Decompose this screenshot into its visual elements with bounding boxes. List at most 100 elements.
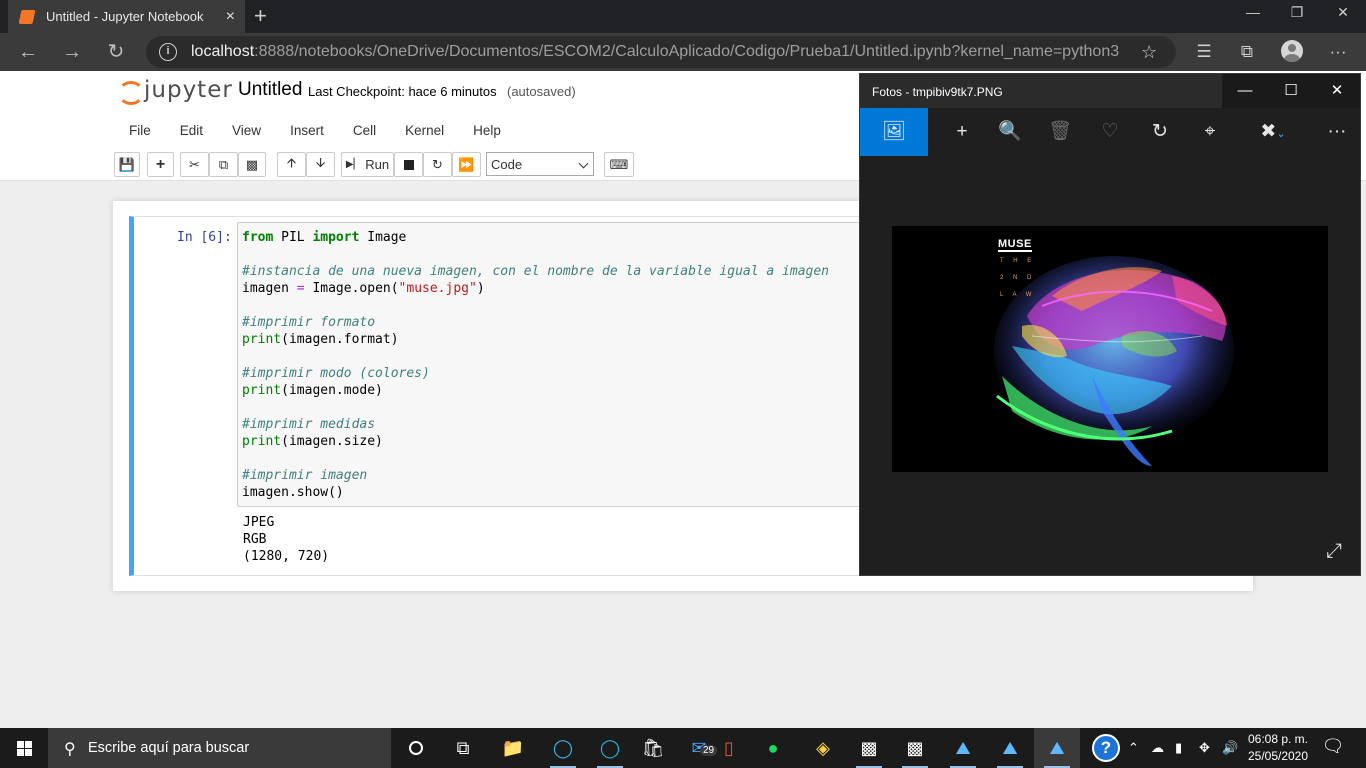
- notebook-title[interactable]: Untitled: [238, 79, 302, 101]
- interrupt-icon[interactable]: [394, 152, 423, 177]
- cell-type-select[interactable]: Code: [486, 152, 594, 176]
- url-text[interactable]: localhost:8888/notebooks/OneDrive/Docume…: [191, 43, 1131, 61]
- notifications-icon[interactable]: 🗨: [1318, 736, 1348, 760]
- forward-arrow-icon[interactable]: →: [58, 39, 86, 65]
- delete-icon[interactable]: 🗑: [1037, 108, 1083, 156]
- menu-help[interactable]: Help: [473, 117, 501, 143]
- save-icon[interactable]: 💾: [114, 152, 140, 177]
- output-line: (1280, 720): [243, 549, 330, 564]
- terminal-icon[interactable]: ▩: [846, 728, 892, 768]
- menu-view[interactable]: View: [232, 117, 261, 143]
- cell-output: JPEG RGB (1280, 720): [243, 514, 329, 565]
- fullscreen-expand-icon[interactable]: ⤢: [1326, 540, 1342, 563]
- photos-close-button[interactable]: ✕: [1314, 74, 1360, 108]
- refresh-icon[interactable]: ↻: [102, 39, 130, 65]
- last-checkpoint: Last Checkpoint: hace 6 minutos: [308, 84, 497, 99]
- taskbar-clock[interactable]: 06:08 p. m. 25/05/2020: [1244, 731, 1312, 765]
- album-subtitle: T H E: [1000, 258, 1036, 264]
- tray-chevron-icon[interactable]: ⌃: [1128, 728, 1139, 768]
- photos-minimize-button[interactable]: —: [1222, 74, 1268, 108]
- back-arrow-icon[interactable]: ←: [14, 39, 42, 65]
- menu-kernel[interactable]: Kernel: [405, 117, 444, 143]
- code-text[interactable]: from PIL import Image #instancia de una …: [242, 229, 829, 501]
- file-explorer-icon[interactable]: 📁: [490, 728, 536, 768]
- output-line: RGB: [243, 532, 267, 547]
- taskbar-search[interactable]: ⚲ Escribe aquí para buscar: [48, 728, 391, 768]
- office-icon[interactable]: ▯: [706, 728, 752, 768]
- window-close-button[interactable]: ✕: [1320, 0, 1366, 28]
- window-minimize-button[interactable]: —: [1230, 0, 1276, 28]
- task-view-icon[interactable]: ⧉: [440, 728, 486, 768]
- tab-close-icon[interactable]: ×: [226, 8, 235, 26]
- terminal-2-icon[interactable]: ▩: [892, 728, 938, 768]
- zoom-icon[interactable]: 🔍: [987, 108, 1033, 156]
- store-icon[interactable]: 🛍: [630, 728, 676, 768]
- keyboard-icon[interactable]: ⌨: [604, 152, 634, 177]
- site-info-icon[interactable]: i: [159, 43, 177, 61]
- edge-icon[interactable]: ◯: [540, 728, 586, 768]
- profile-avatar-icon[interactable]: [1281, 40, 1303, 62]
- jupyter-logo[interactable]: jupyter: [118, 77, 233, 105]
- cut-icon[interactable]: ✂: [180, 152, 209, 177]
- edit-tools-icon[interactable]: ✖⌄: [1250, 108, 1296, 156]
- address-bar[interactable]: i localhost:8888/notebooks/OneDrive/Docu…: [146, 36, 1176, 68]
- jupyter-favicon-icon: [18, 9, 36, 24]
- run-button[interactable]: ▶▏ Run: [341, 152, 394, 177]
- code-line-13: print(imagen.size): [242, 434, 383, 449]
- output-line: JPEG: [243, 515, 275, 530]
- url-host: localhost: [191, 43, 255, 60]
- album-cover-image: MUSE T H E 2 N D L A W: [892, 226, 1328, 472]
- photos-app-2-icon[interactable]: ⛰: [987, 728, 1033, 768]
- fast-forward-icon[interactable]: ⏩: [452, 152, 481, 177]
- menu-insert[interactable]: Insert: [290, 117, 324, 143]
- album-subtitle: 2 N D: [1000, 275, 1036, 281]
- collections-icon[interactable]: ⧉: [1235, 42, 1259, 62]
- rotate-icon[interactable]: ↻: [1137, 108, 1183, 156]
- run-icon: ▶▏: [345, 159, 362, 170]
- jupyter-logo-text: jupyter: [144, 77, 233, 103]
- photos-maximize-button[interactable]: ☐: [1268, 74, 1314, 108]
- spotify-icon[interactable]: ●: [750, 728, 796, 768]
- add-icon[interactable]: +: [939, 108, 985, 156]
- python-icon[interactable]: ◈: [800, 728, 846, 768]
- more-menu-icon[interactable]: ···: [1326, 42, 1350, 62]
- insert-cell-icon[interactable]: +: [147, 152, 174, 177]
- cortana-icon[interactable]: [393, 728, 439, 768]
- help-icon[interactable]: ?: [1092, 728, 1120, 768]
- volume-icon[interactable]: 🔊: [1222, 728, 1238, 768]
- code-line-7: print(imagen.format): [242, 332, 399, 347]
- code-line-10: print(imagen.mode): [242, 383, 383, 398]
- menu-edit[interactable]: Edit: [180, 117, 203, 143]
- restart-icon[interactable]: ↻: [423, 152, 452, 177]
- photos-app-icon[interactable]: ⛰: [940, 728, 986, 768]
- notebook-menubar: File Edit View Insert Cell Kernel Help: [114, 117, 501, 143]
- wifi-icon[interactable]: ✥: [1199, 728, 1210, 768]
- brain-fibers-artwork: [994, 256, 1234, 466]
- more-options-icon[interactable]: ···: [1314, 108, 1360, 156]
- photos-window: Fotos - tmpibiv9tk7.PNG — ☐ ✕ 🖼 + 🔍 🗑 ♡ …: [859, 73, 1361, 576]
- move-up-icon[interactable]: 🡩: [277, 152, 306, 177]
- photos-app-active-icon[interactable]: ⛰: [1034, 728, 1080, 768]
- onedrive-error-icon[interactable]: ☁: [1151, 728, 1164, 768]
- new-tab-button[interactable]: +: [254, 3, 267, 29]
- window-restore-button[interactable]: ❐: [1274, 0, 1320, 28]
- browser-toolbar: ← → ↻ i localhost:8888/notebooks/OneDriv…: [0, 33, 1366, 71]
- search-icon: ⚲: [64, 741, 76, 758]
- tab-jupyter[interactable]: Untitled - Jupyter Notebook ×: [8, 0, 245, 33]
- view-image-icon[interactable]: 🖼: [860, 108, 928, 156]
- favorite-heart-icon[interactable]: ♡: [1087, 108, 1133, 156]
- crop-icon[interactable]: ⌖: [1187, 108, 1233, 156]
- search-placeholder: Escribe aquí para buscar: [88, 740, 250, 756]
- copy-icon[interactable]: ⧉: [209, 152, 238, 177]
- edge-browser-icon[interactable]: ◯: [587, 728, 633, 768]
- clock-time: 06:08 p. m.: [1247, 732, 1309, 746]
- paste-icon[interactable]: ▩: [238, 152, 266, 177]
- tab-title: Untitled - Jupyter Notebook: [46, 9, 204, 24]
- favorite-star-icon[interactable]: ☆: [1141, 42, 1157, 63]
- start-button[interactable]: [0, 728, 48, 768]
- favorites-list-icon[interactable]: ☰: [1192, 42, 1216, 62]
- menu-cell[interactable]: Cell: [353, 117, 376, 143]
- move-down-icon[interactable]: 🡫: [306, 152, 335, 177]
- menu-file[interactable]: File: [129, 117, 151, 143]
- battery-icon[interactable]: ▮: [1175, 728, 1182, 768]
